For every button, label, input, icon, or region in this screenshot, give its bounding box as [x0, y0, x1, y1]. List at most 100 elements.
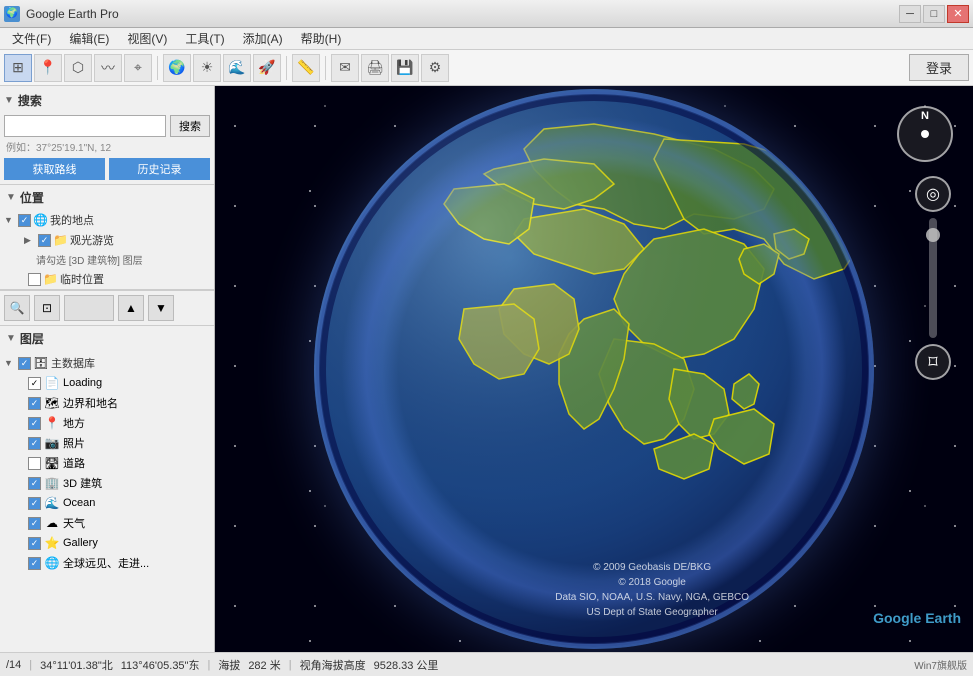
- history-button[interactable]: 历史记录: [109, 158, 210, 180]
- maximize-button[interactable]: □: [923, 5, 945, 23]
- tb-polygon-button[interactable]: ⬡: [64, 54, 92, 82]
- compass[interactable]: N: [897, 106, 953, 162]
- layer-more[interactable]: ✓ 🌐 全球远见、走进...: [0, 553, 214, 573]
- zoom-shovel-button[interactable]: ⌑: [915, 344, 951, 380]
- tb-measure-button[interactable]: ⌖: [124, 54, 152, 82]
- copyright-line4: US Dept of State Geographer: [555, 605, 749, 620]
- position-header[interactable]: ▼ 位置: [0, 185, 214, 210]
- layer-photos-icon: 📷: [44, 435, 60, 451]
- menu-tools[interactable]: 工具(T): [177, 28, 232, 49]
- tour-hint: 请勾选 [3D 建筑物] 图层: [36, 252, 143, 267]
- search-place-button[interactable]: [64, 295, 114, 321]
- nav-buttons-row: 🔍 ⊡ ▲ ▼: [0, 290, 214, 326]
- layer-more-checkbox[interactable]: ✓: [28, 557, 41, 570]
- ge-logo-earth: Earth: [925, 610, 961, 626]
- zoom-in-small-button[interactable]: 🔍: [4, 295, 30, 321]
- layers-section: ▼ 图层 ▼ ✓ 🗄 主数据库 ✓ 📄 Loading ✓: [0, 326, 214, 652]
- layer-gallery[interactable]: ✓ ⭐ Gallery: [0, 533, 214, 553]
- my-places-checkbox[interactable]: ✓: [18, 214, 31, 227]
- zoom-out-button[interactable]: ◎: [915, 176, 951, 212]
- layer-roads[interactable]: 🛣 道路: [0, 453, 214, 473]
- tour-hint-item: 请勾选 [3D 建筑物] 图层: [0, 250, 214, 269]
- layer-more-label: 全球远见、走进...: [63, 555, 149, 571]
- temp-places-item[interactable]: 📁 临时位置: [0, 269, 214, 289]
- layer-ocean[interactable]: ✓ 🌊 Ocean: [0, 493, 214, 513]
- main-db-checkbox[interactable]: ✓: [18, 357, 31, 370]
- tb-ocean-button[interactable]: 🌊: [223, 54, 251, 82]
- layer-loading-icon: 📄: [44, 375, 60, 391]
- tb-earth-button[interactable]: 🌍: [163, 54, 191, 82]
- close-button[interactable]: ✕: [947, 5, 969, 23]
- tb-nav-button[interactable]: ⊞: [4, 54, 32, 82]
- view-button[interactable]: ⊡: [34, 295, 60, 321]
- layer-places[interactable]: ✓ 📍 地方: [0, 413, 214, 433]
- layer-ocean-checkbox[interactable]: ✓: [28, 497, 41, 510]
- tb-ruler-button[interactable]: 📏: [292, 54, 320, 82]
- menu-edit[interactable]: 编辑(E): [61, 28, 117, 49]
- layers-collapse-icon: ▼: [6, 333, 16, 344]
- layer-places-checkbox[interactable]: ✓: [28, 417, 41, 430]
- layer-loading[interactable]: ✓ 📄 Loading: [0, 373, 214, 393]
- layer-gallery-checkbox[interactable]: ✓: [28, 537, 41, 550]
- menu-view[interactable]: 视图(V): [119, 28, 175, 49]
- search-section: ▼ 搜索 搜索 例如：37°25'19.1"N, 12 获取路线 历史记录: [0, 86, 214, 185]
- menu-help[interactable]: 帮助(H): [293, 28, 350, 49]
- layer-loading-checkbox[interactable]: ✓: [28, 377, 41, 390]
- main-db-item[interactable]: ▼ ✓ 🗄 主数据库: [0, 353, 214, 373]
- menu-bar: 文件(F) 编辑(E) 视图(V) 工具(T) 添加(A) 帮助(H): [0, 28, 973, 50]
- map-area[interactable]: N ◎ ⌑ © 2009 Geobasis DE/BKG © 2018 Goog…: [215, 86, 973, 652]
- layer-weather-checkbox[interactable]: ✓: [28, 517, 41, 530]
- ge-logo-google: Google: [873, 610, 925, 626]
- layer-photos-checkbox[interactable]: ✓: [28, 437, 41, 450]
- copyright-line3: Data SIO, NOAA, U.S. Navy, NGA, GEBCO: [555, 590, 749, 605]
- tb-save-button[interactable]: 💾: [391, 54, 419, 82]
- layer-ocean-label: Ocean: [63, 497, 95, 509]
- tb-email-button[interactable]: ✉: [331, 54, 359, 82]
- layer-places-icon: 📍: [44, 415, 60, 431]
- search-input[interactable]: [4, 115, 166, 137]
- copyright-line2: © 2018 Google: [555, 575, 749, 590]
- layer-3d-checkbox[interactable]: ✓: [28, 477, 41, 490]
- tour-checkbox[interactable]: ✓: [38, 234, 51, 247]
- tb-settings-button[interactable]: ⚙: [421, 54, 449, 82]
- search-button[interactable]: 搜索: [170, 115, 210, 137]
- compass-dot: [921, 130, 929, 138]
- menu-file[interactable]: 文件(F): [4, 28, 59, 49]
- tb-print-button[interactable]: 🖨: [361, 54, 389, 82]
- layer-roads-checkbox[interactable]: [28, 457, 41, 470]
- zoom-control: ◎ ⌑: [915, 176, 951, 380]
- layer-weather-label: 天气: [63, 515, 85, 531]
- get-route-button[interactable]: 获取路线: [4, 158, 105, 180]
- tb-placemark-button[interactable]: 📍: [34, 54, 62, 82]
- nav-down-button[interactable]: ▼: [148, 295, 174, 321]
- status-lon: 113°46'05.35"东: [121, 657, 200, 673]
- menu-add[interactable]: 添加(A): [235, 28, 291, 49]
- nav-up-button[interactable]: ▲: [118, 295, 144, 321]
- title-left: 🌍 Google Earth Pro: [4, 6, 119, 22]
- layer-places-label: 地方: [63, 415, 85, 431]
- tb-path-button[interactable]: 〰: [94, 54, 122, 82]
- layer-borders[interactable]: ✓ 🗺 边界和地名: [0, 393, 214, 413]
- layer-weather[interactable]: ✓ ☁ 天气: [0, 513, 214, 533]
- zoom-handle[interactable]: [926, 228, 940, 242]
- layer-photos[interactable]: ✓ 📷 照片: [0, 433, 214, 453]
- layer-borders-checkbox[interactable]: ✓: [28, 397, 41, 410]
- minimize-button[interactable]: ─: [899, 5, 921, 23]
- layers-header[interactable]: ▼ 图层: [0, 326, 214, 351]
- login-button[interactable]: 登录: [909, 54, 969, 81]
- my-places-item[interactable]: ▼ ✓ 🌐 我的地点: [0, 210, 214, 230]
- layer-3d-label: 3D 建筑: [63, 475, 102, 491]
- layer-3d-buildings[interactable]: ✓ 🏢 3D 建筑: [0, 473, 214, 493]
- tb-space-button[interactable]: 🚀: [253, 54, 281, 82]
- tb-sun-button[interactable]: ☀: [193, 54, 221, 82]
- search-header[interactable]: ▼ 搜索: [4, 90, 210, 111]
- copyright-overlay: © 2009 Geobasis DE/BKG © 2018 Google Dat…: [555, 560, 749, 620]
- app-icon: 🌍: [4, 6, 20, 22]
- tour-icon: 📁: [53, 233, 68, 247]
- tour-item[interactable]: ▶ ✓ 📁 观光游览: [0, 230, 214, 250]
- status-scale: /14: [6, 659, 21, 671]
- temp-places-checkbox[interactable]: [28, 273, 41, 286]
- layer-loading-label: Loading: [63, 377, 102, 389]
- temp-places-label: 临时位置: [60, 271, 104, 287]
- zoom-slider[interactable]: [929, 218, 937, 338]
